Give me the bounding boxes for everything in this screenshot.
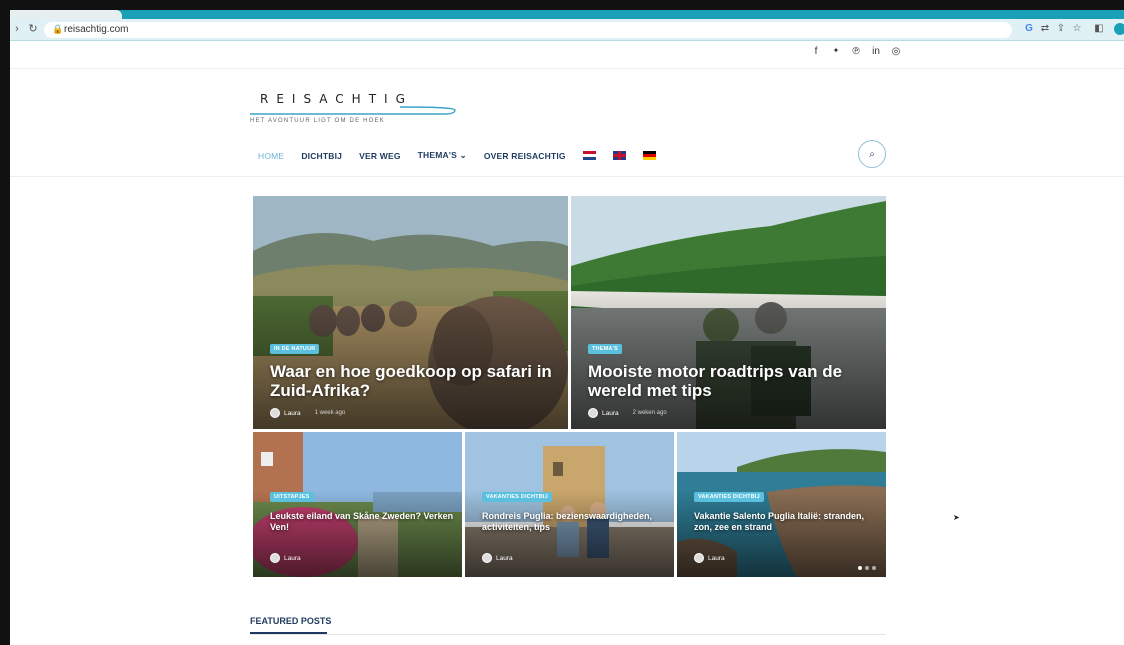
logo-swoosh-icon bbox=[250, 106, 456, 115]
post-title[interactable]: Rondreis Puglia: bezienswaardigheden, ac… bbox=[482, 511, 667, 533]
nl-flag-icon[interactable] bbox=[582, 151, 596, 160]
de-flag-icon[interactable] bbox=[642, 151, 656, 160]
mouse-cursor-icon: ➤ bbox=[953, 513, 960, 522]
featured-underline bbox=[250, 632, 327, 634]
site-logo[interactable]: REISACHTIG HET AVONTUUR LIGT OM DE HOEK bbox=[250, 88, 470, 128]
star-icon[interactable]: ☆ bbox=[1070, 22, 1084, 36]
author-name[interactable]: Laura bbox=[496, 555, 513, 562]
category-badge[interactable]: VAKANTIES DICHTBIJ bbox=[482, 492, 552, 502]
address-bar[interactable]: 🔒 reisachtig.com bbox=[44, 22, 1012, 38]
avatar bbox=[482, 553, 492, 563]
post-card-salento[interactable]: VAKANTIES DICHTBIJ Vakantie Salento Pugl… bbox=[677, 432, 886, 577]
category-badge[interactable]: UITSTAPJES bbox=[270, 492, 314, 502]
post-card-puglia[interactable]: VAKANTIES DICHTBIJ Rondreis Puglia: bezi… bbox=[465, 432, 674, 577]
browser-window: › ↻ 🔒 reisachtig.com G ⇄ ⇪ ☆ ◧ f ✦ ℗ in … bbox=[10, 10, 1124, 645]
post-card-skane[interactable]: UITSTAPJES Leukste eiland van Skåne Zwed… bbox=[253, 432, 462, 577]
post-meta: Laura bbox=[270, 553, 301, 563]
menu-divider bbox=[10, 176, 1124, 177]
card-overlay bbox=[465, 490, 674, 577]
post-meta: Laura 2 weken ago bbox=[588, 408, 667, 418]
card-overlay bbox=[253, 490, 462, 577]
share-icon[interactable]: ⇪ bbox=[1054, 22, 1068, 36]
search-icon: ⌕ bbox=[869, 148, 875, 160]
card-overlay bbox=[677, 490, 886, 577]
avatar bbox=[270, 553, 280, 563]
search-button[interactable]: ⌕ bbox=[858, 140, 886, 168]
linkedin-icon[interactable]: in bbox=[870, 46, 882, 57]
post-meta: Laura bbox=[482, 553, 513, 563]
profile-icon[interactable] bbox=[1114, 23, 1124, 35]
category-badge[interactable]: THEMA'S bbox=[588, 344, 622, 354]
post-date: 1 week ago bbox=[314, 410, 346, 416]
lock-icon: 🔒 bbox=[52, 24, 64, 34]
post-meta: Laura 1 week ago bbox=[270, 408, 345, 418]
category-badge[interactable]: IN DE NATUUR bbox=[270, 344, 320, 354]
slider-dots bbox=[858, 566, 876, 570]
menu-item-dichtbij[interactable]: DICHTBIJ bbox=[301, 151, 342, 161]
post-title[interactable]: Vakantie Salento Puglia Italië: stranden… bbox=[694, 511, 879, 533]
post-date: 2 weken ago bbox=[632, 410, 667, 416]
logo-tagline: HET AVONTUUR LIGT OM DE HOEK bbox=[250, 118, 385, 124]
menu-item-over-reisachtig[interactable]: OVER REISACHTIG bbox=[484, 151, 566, 161]
social-links: f ✦ ℗ in ◎ bbox=[810, 46, 902, 57]
post-title[interactable]: Mooiste motor roadtrips van de wereld me… bbox=[588, 362, 878, 400]
url-text: reisachtig.com bbox=[64, 24, 129, 35]
author-name[interactable]: Laura bbox=[602, 410, 619, 417]
uk-flag-icon[interactable] bbox=[612, 151, 626, 160]
active-tab[interactable] bbox=[10, 10, 122, 19]
post-card-motor[interactable]: THEMA'S Mooiste motor roadtrips van de w… bbox=[571, 196, 886, 429]
back-icon[interactable]: › bbox=[10, 22, 24, 36]
avatar bbox=[588, 408, 598, 418]
translate-icon[interactable]: ⇄ bbox=[1038, 22, 1052, 36]
slider-dot[interactable] bbox=[865, 566, 869, 570]
author-name[interactable]: Laura bbox=[284, 555, 301, 562]
menu-item-home[interactable]: HOME bbox=[258, 151, 284, 161]
instagram-icon[interactable]: ◎ bbox=[890, 46, 902, 57]
featured-divider bbox=[250, 634, 886, 635]
menu-item-themas[interactable]: THEMA'S ⌄ bbox=[418, 150, 467, 161]
author-name[interactable]: Laura bbox=[708, 555, 725, 562]
slider-dot[interactable] bbox=[858, 566, 862, 570]
post-title[interactable]: Waar en hoe goedkoop op safari in Zuid-A… bbox=[270, 362, 560, 400]
tab-strip bbox=[10, 10, 1124, 19]
pinterest-icon[interactable]: ℗ bbox=[850, 46, 862, 57]
slider-dot[interactable] bbox=[872, 566, 876, 570]
header-divider bbox=[10, 68, 1124, 69]
post-card-safari[interactable]: IN DE NATUUR Waar en hoe goedkoop op saf… bbox=[253, 196, 568, 429]
google-icon[interactable]: G bbox=[1022, 22, 1036, 36]
category-badge[interactable]: VAKANTIES DICHTBIJ bbox=[694, 492, 764, 502]
menu-item-ver-weg[interactable]: VER WEG bbox=[359, 151, 401, 161]
avatar bbox=[270, 408, 280, 418]
avatar bbox=[694, 553, 704, 563]
reload-icon[interactable]: ↻ bbox=[26, 22, 40, 36]
sidebar-icon[interactable]: ◧ bbox=[1092, 22, 1106, 36]
main-menu: HOME DICHTBIJ VER WEG THEMA'S ⌄ OVER REI… bbox=[258, 150, 656, 161]
author-name[interactable]: Laura bbox=[284, 410, 301, 417]
featured-posts-heading: FEATURED POSTS bbox=[250, 616, 332, 626]
post-meta: Laura bbox=[694, 553, 725, 563]
facebook-icon[interactable]: f bbox=[810, 46, 822, 57]
twitter-icon[interactable]: ✦ bbox=[830, 46, 842, 57]
post-title[interactable]: Leukste eiland van Skåne Zweden? Verken … bbox=[270, 511, 455, 533]
browser-toolbar: › ↻ 🔒 reisachtig.com G ⇄ ⇪ ☆ ◧ bbox=[10, 19, 1124, 41]
